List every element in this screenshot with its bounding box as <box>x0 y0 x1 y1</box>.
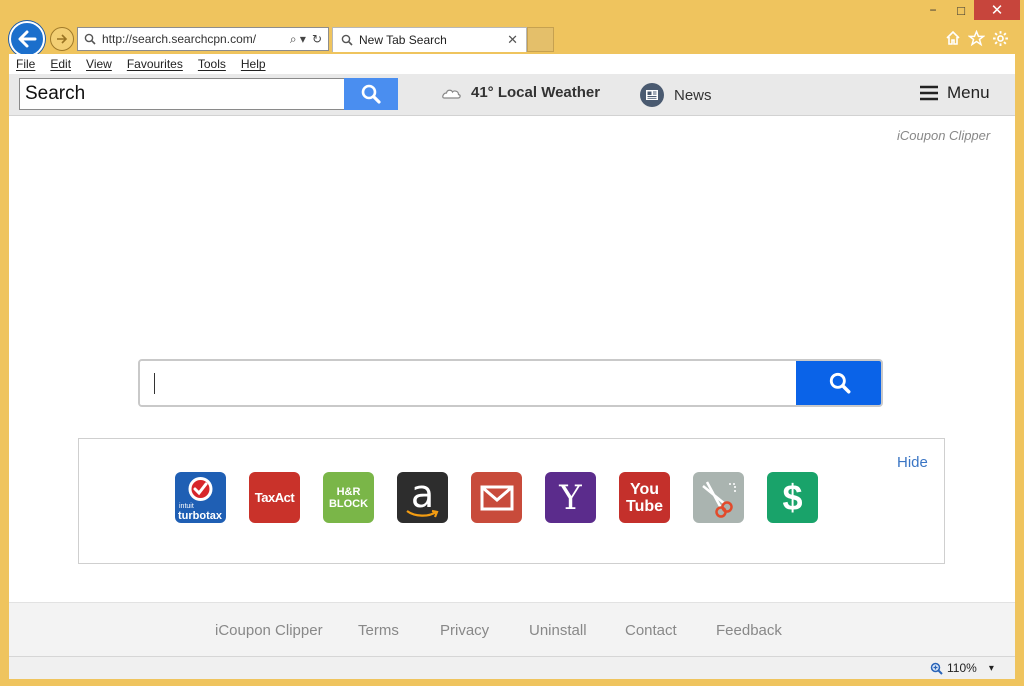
tab-new-tab-search[interactable]: New Tab Search ✕ <box>332 27 527 52</box>
forward-button[interactable] <box>50 27 74 51</box>
amazon-smile-icon <box>406 509 439 518</box>
main-search-button[interactable] <box>796 361 881 405</box>
main-search-input[interactable] <box>140 361 796 405</box>
menu-view[interactable]: View <box>86 57 112 71</box>
search-icon <box>361 84 381 104</box>
hamburger-icon <box>920 85 938 101</box>
search-icon <box>84 33 96 45</box>
minimize-button[interactable]: − <box>918 0 948 20</box>
money-caption: $ <box>782 476 803 518</box>
new-tab-button[interactable] <box>527 27 554 52</box>
tab-title: New Tab Search <box>359 33 447 47</box>
cloud-icon <box>442 89 461 99</box>
brand-label: iCoupon Clipper <box>897 128 991 143</box>
shortcuts-panel: Hide intuit turbotax TaxAct H&R BLOCK a … <box>78 438 945 564</box>
footer-link-terms[interactable]: Terms <box>358 622 399 639</box>
weather-widget[interactable]: 41° Local Weather <box>439 84 600 101</box>
text-caret <box>154 373 155 394</box>
search-dropdown-icon[interactable]: ⌕ ▾ <box>290 32 306 47</box>
menu-bar: File Edit View Favourites Tools Help <box>9 54 1015 74</box>
menu-label: Menu <box>947 83 990 102</box>
address-bar[interactable]: http://search.searchcpn.com/ ⌕ ▾ ↻ <box>77 27 329 51</box>
menu-help[interactable]: Help <box>241 57 266 71</box>
yahoo-shortcut[interactable]: Y <box>545 472 596 523</box>
toolbar-search-input[interactable]: Search <box>19 78 345 110</box>
zoom-magnifier-icon <box>930 662 943 675</box>
hrblock-caption: H&R BLOCK <box>328 485 369 510</box>
back-button[interactable] <box>9 21 45 57</box>
url-text[interactable]: http://search.searchcpn.com/ <box>102 32 290 46</box>
turbotax-small-text: intuit <box>179 503 194 510</box>
footer-link-contact[interactable]: Contact <box>625 622 677 639</box>
settings-gear-icon[interactable] <box>990 28 1010 48</box>
arrow-left-icon <box>18 30 37 48</box>
main-search-box <box>138 359 883 407</box>
search-toolbar: Search 41° Local Weather News Menu <box>9 74 1015 116</box>
taxact-caption: TaxAct <box>254 490 295 505</box>
footer-link-uninstall[interactable]: Uninstall <box>529 622 587 639</box>
menu-button[interactable]: Menu <box>919 83 990 103</box>
menu-file[interactable]: File <box>16 57 35 71</box>
turbotax-shortcut[interactable]: intuit turbotax <box>175 472 226 523</box>
news-link[interactable]: News <box>639 82 712 108</box>
zoom-dropdown-icon[interactable]: ▾ <box>989 663 994 674</box>
gmail-shortcut[interactable] <box>471 472 522 523</box>
tab-close-icon[interactable]: ✕ <box>507 32 526 48</box>
menu-edit[interactable]: Edit <box>50 57 71 71</box>
zoom-level: 110% <box>947 661 977 675</box>
close-window-button[interactable]: ✕ <box>974 0 1020 20</box>
scissors-icon <box>701 480 736 518</box>
footer-link-privacy[interactable]: Privacy <box>440 622 489 639</box>
search-icon <box>829 372 850 394</box>
arrow-right-icon <box>57 34 68 44</box>
home-icon[interactable] <box>943 28 963 48</box>
menu-tools[interactable]: Tools <box>198 57 226 71</box>
zoom-control[interactable]: 110% ▾ <box>930 661 994 675</box>
search-icon <box>341 34 353 46</box>
mail-envelope-icon <box>480 485 513 510</box>
news-label: News <box>674 86 712 104</box>
hide-link[interactable]: Hide <box>897 454 928 471</box>
toolbar-search-button[interactable] <box>344 78 398 110</box>
yahoo-caption: Y <box>559 477 582 518</box>
amazon-shortcut[interactable]: a <box>397 472 448 523</box>
favorites-star-icon[interactable] <box>966 28 986 48</box>
maximize-button[interactable]: □ <box>946 0 976 20</box>
status-bar: 110% ▾ <box>9 656 1015 679</box>
weather-text: 41° Local Weather <box>471 84 601 101</box>
page-viewport: Search 41° Local Weather News Menu iCoup… <box>9 74 1015 656</box>
menu-favourites[interactable]: Favourites <box>127 57 183 71</box>
hrblock-shortcut[interactable]: H&R BLOCK <box>323 472 374 523</box>
toolbar-search-text: Search <box>25 83 86 104</box>
refresh-icon[interactable]: ↻ <box>312 32 322 47</box>
youtube-caption: You Tube <box>625 480 664 515</box>
coupon-clipper-shortcut[interactable] <box>693 472 744 523</box>
footer-link-feedback[interactable]: Feedback <box>716 622 782 639</box>
page-footer: iCoupon Clipper Terms Privacy Uninstall … <box>9 602 1015 656</box>
footer-link-icoupon-clipper[interactable]: iCoupon Clipper <box>215 622 323 639</box>
youtube-shortcut[interactable]: You Tube <box>619 472 670 523</box>
newspaper-icon <box>640 83 664 107</box>
money-shortcut[interactable]: $ <box>767 472 818 523</box>
taxact-shortcut[interactable]: TaxAct <box>249 472 300 523</box>
turbotax-caption: turbotax <box>178 510 222 522</box>
